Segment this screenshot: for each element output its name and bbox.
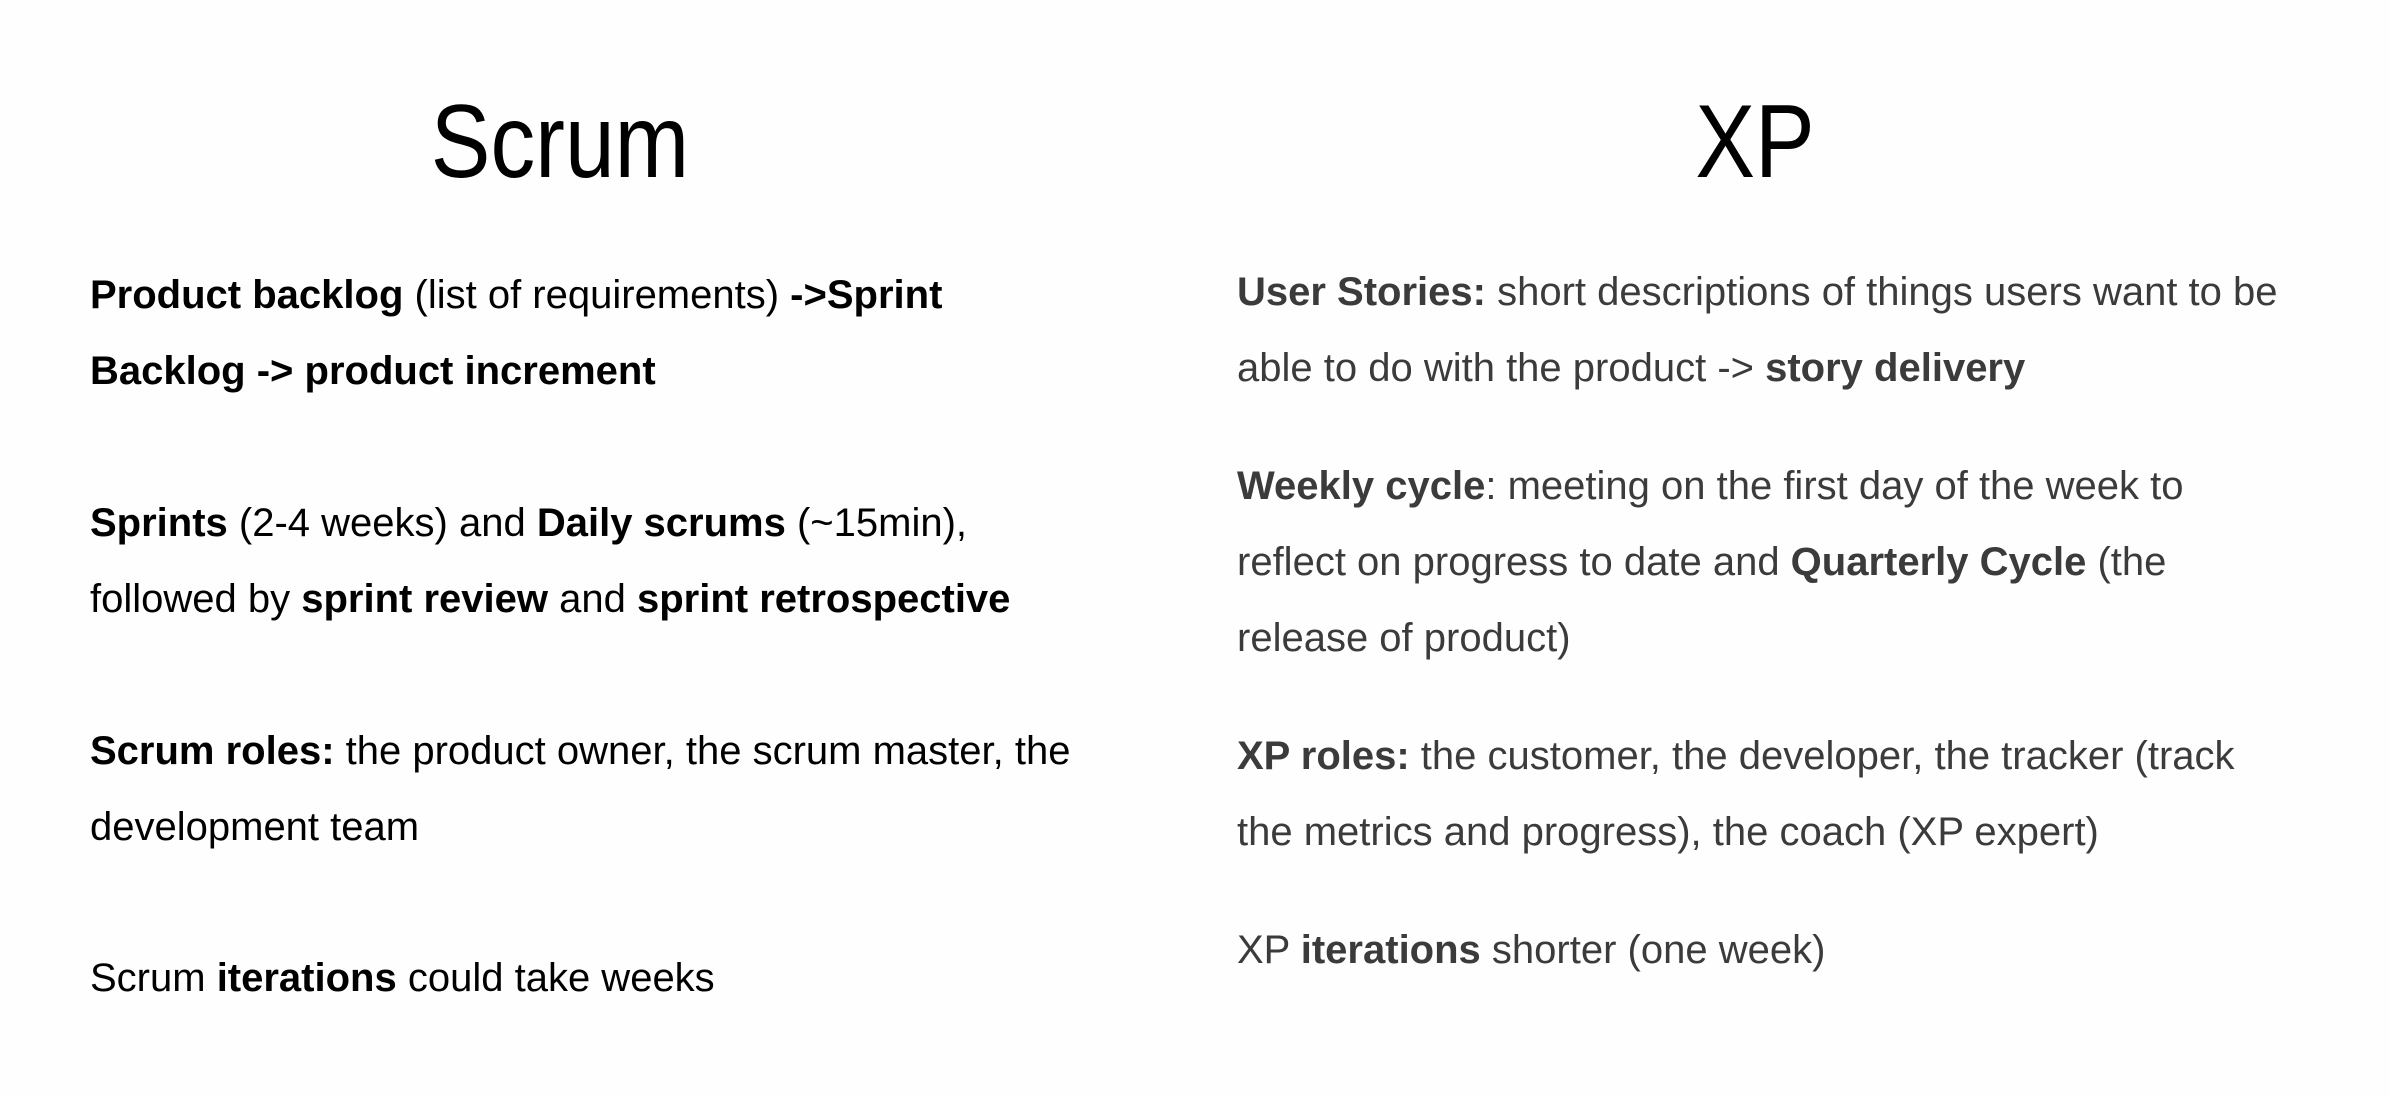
text: shorter (one week) — [1480, 928, 1826, 972]
text: could take weeks — [396, 956, 715, 1000]
slide: Scrum Product backlog (list of requireme… — [0, 0, 2390, 1097]
term-story-delivery: story delivery — [1765, 346, 2026, 390]
scrum-iterations-paragraph: Scrum iterations could take weeks — [90, 940, 1100, 1016]
term-iterations: iterations — [1300, 928, 1481, 972]
term-sprint-review: sprint review — [301, 577, 548, 621]
xp-user-stories-paragraph: User Stories: short descriptions of thin… — [1237, 254, 2297, 406]
text: (2-4 weeks) and — [227, 501, 537, 545]
scrum-sprints-paragraph: Sprints (2-4 weeks) and Daily scrums (~1… — [90, 485, 1100, 637]
text: and — [548, 577, 637, 621]
scrum-roles-paragraph: Scrum roles: the product owner, the scru… — [90, 713, 1100, 865]
scrum-backlog-paragraph: Product backlog (list of requirements) -… — [90, 257, 1100, 409]
term-scrum-roles: Scrum roles: — [90, 729, 335, 773]
term-product-backlog: Product backlog — [90, 273, 404, 317]
term-daily-scrums: Daily scrums — [536, 501, 786, 545]
term-weekly-cycle: Weekly cycle — [1237, 464, 1486, 508]
text: Scrum — [90, 956, 217, 1000]
term-xp-roles: XP roles: — [1237, 734, 1410, 778]
term-quarterly-cycle: Quarterly Cycle — [1790, 540, 2087, 584]
term-iterations: iterations — [216, 956, 397, 1000]
text: (list of requirements) — [403, 273, 791, 317]
scrum-heading: Scrum — [430, 84, 690, 200]
xp-iterations-paragraph: XP iterations shorter (one week) — [1237, 912, 2297, 988]
xp-heading: XP — [1695, 84, 1815, 200]
xp-cycles-paragraph: Weekly cycle: meeting on the first day o… — [1237, 448, 2297, 676]
term-user-stories: User Stories: — [1237, 270, 1486, 314]
xp-roles-paragraph: XP roles: the customer, the developer, t… — [1237, 718, 2297, 870]
text: XP — [1237, 928, 1301, 972]
term-sprints: Sprints — [90, 501, 228, 545]
term-sprint-retrospective: sprint retrospective — [636, 577, 1011, 621]
